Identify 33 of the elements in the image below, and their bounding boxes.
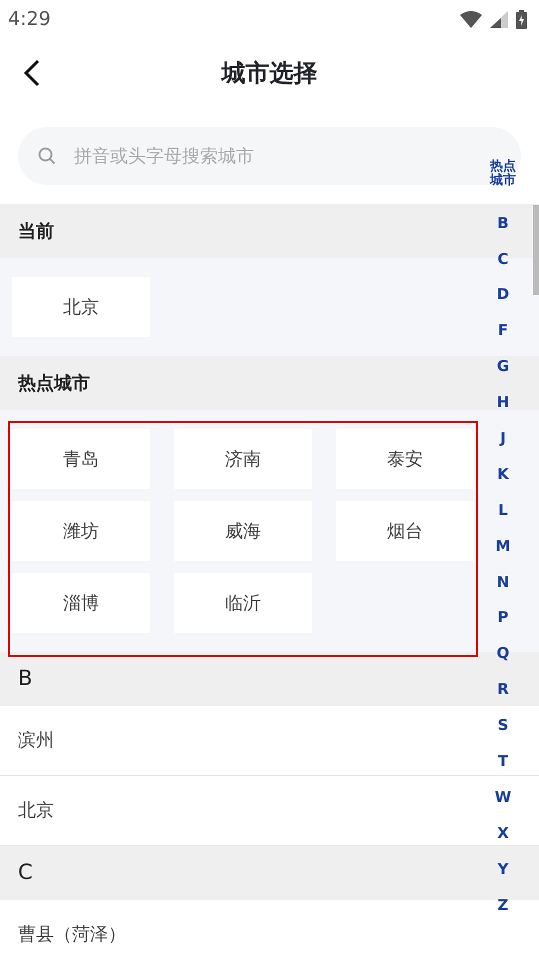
index-letter[interactable]: L	[498, 492, 508, 528]
index-letter[interactable]: R	[497, 672, 509, 708]
index-letter[interactable]: K	[497, 456, 509, 492]
city-button[interactable]: 泰安	[336, 429, 474, 489]
index-letter[interactable]: F	[498, 312, 508, 349]
city-button[interactable]: 青岛	[12, 429, 150, 489]
city-button[interactable]: 临沂	[174, 573, 312, 633]
index-letter[interactable]: H	[496, 384, 510, 420]
index-letter[interactable]: P	[498, 600, 508, 636]
index-letter[interactable]: S	[498, 707, 508, 744]
city-button[interactable]: 威海	[174, 501, 312, 561]
status-time: 4:29	[8, 6, 51, 32]
index-letter[interactable]: Z	[498, 886, 508, 923]
index-letter[interactable]: B	[497, 205, 509, 241]
index-letter[interactable]: Y	[498, 851, 508, 887]
index-letter[interactable]: N	[496, 564, 510, 600]
index-letter[interactable]: Q	[496, 636, 510, 672]
page-title: 城市选择	[222, 58, 318, 88]
index-letter[interactable]: J	[500, 420, 506, 456]
index-letter[interactable]: D	[496, 276, 510, 313]
city-button[interactable]: 烟台	[336, 501, 474, 561]
index-letter[interactable]: G	[496, 348, 510, 384]
battery-icon	[516, 10, 527, 28]
city-button[interactable]: 淄博	[12, 573, 150, 633]
index-letter[interactable]: W	[494, 779, 512, 816]
city-button[interactable]: 北京	[12, 277, 150, 337]
city-button[interactable]: 潍坊	[12, 501, 150, 561]
city-button[interactable]: 济南	[174, 429, 312, 489]
index-letter[interactable]: M	[496, 528, 510, 564]
wifi-icon	[460, 10, 482, 28]
signal-icon	[490, 10, 508, 28]
index-letter[interactable]: C	[497, 240, 508, 277]
search-icon	[38, 147, 56, 165]
